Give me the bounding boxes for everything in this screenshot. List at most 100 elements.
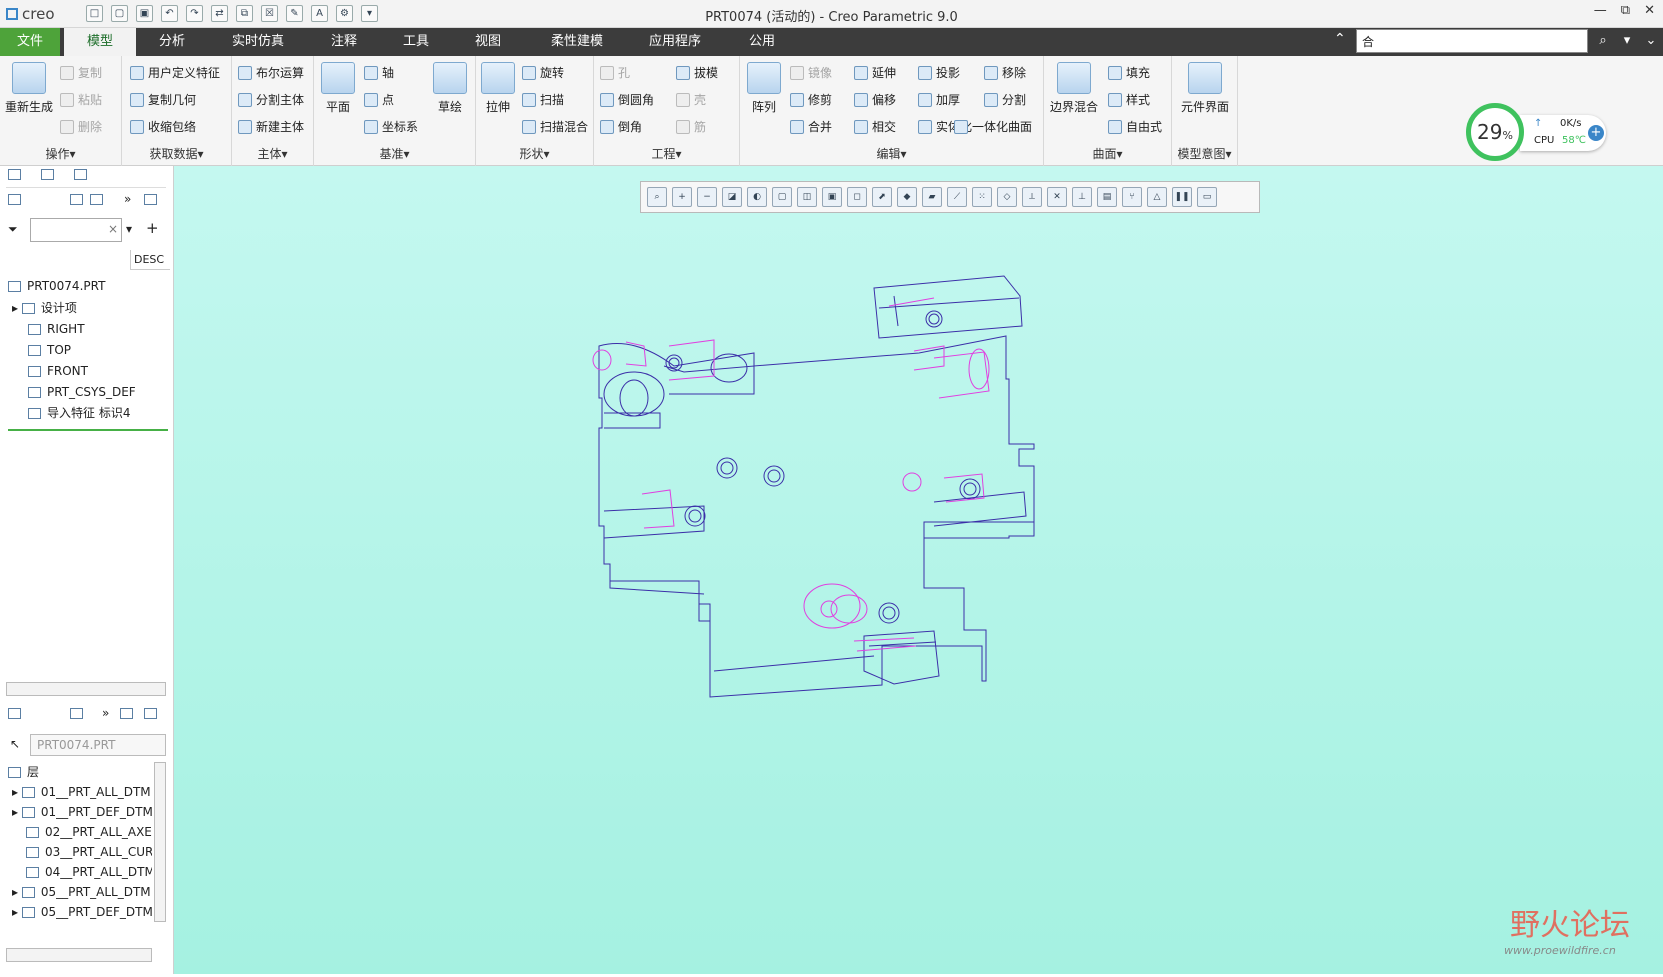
group-label-body[interactable]: 主体▾: [232, 145, 313, 162]
column-header-desc[interactable]: DESC: [130, 250, 170, 270]
stop-icon[interactable]: ▭: [1197, 187, 1217, 207]
group-label-operations[interactable]: 操作▾: [0, 145, 121, 162]
graphics-viewport[interactable]: [174, 166, 1663, 974]
model-tree-icon[interactable]: [8, 194, 21, 205]
zoom-out-icon[interactable]: −: [697, 187, 717, 207]
rib-button[interactable]: 筋: [676, 118, 706, 135]
mirror-button[interactable]: 镜像: [790, 64, 832, 81]
wireframe-model[interactable]: [174, 166, 1663, 974]
refit-icon[interactable]: ⌕: [647, 187, 667, 207]
close-window-icon[interactable]: ☒: [261, 5, 278, 22]
unify-surface-button[interactable]: 一体化曲面: [954, 118, 1032, 135]
point-button[interactable]: 点: [364, 91, 394, 108]
filter-icon[interactable]: ⏷: [8, 222, 18, 237]
thicken-button[interactable]: 加厚: [918, 91, 960, 108]
undo-icon[interactable]: ↶: [161, 5, 178, 22]
add-icon[interactable]: +: [146, 219, 159, 237]
spin-center-icon[interactable]: ⬈: [872, 187, 892, 207]
show-icon[interactable]: [144, 194, 157, 205]
expand-icon[interactable]: ▸: [12, 301, 22, 315]
layer-edit-icon[interactable]: [120, 708, 133, 719]
layer-part-value[interactable]: PRT0074.PRT: [30, 734, 166, 756]
tree-item-top[interactable]: TOP: [28, 340, 198, 360]
tab-file[interactable]: 文件: [0, 28, 60, 56]
shaded-icon[interactable]: ◆: [897, 187, 917, 207]
view-manager-icon[interactable]: ◫: [797, 187, 817, 207]
group-label-get-data[interactable]: 获取数据▾: [122, 145, 231, 162]
regenerate-button[interactable]: 重新生成: [4, 62, 54, 115]
tab-applications[interactable]: 应用程序: [630, 28, 720, 56]
tab-annotate[interactable]: 注释: [312, 28, 376, 56]
favorites-tab-icon[interactable]: [74, 169, 87, 180]
tab-flexible-modeling[interactable]: 柔性建模: [532, 28, 622, 56]
restore-button[interactable]: ⧉: [1621, 3, 1630, 18]
group-label-engineering[interactable]: 工程▾: [594, 145, 739, 162]
remove-button[interactable]: 移除: [984, 64, 1026, 81]
tree-settings-icon[interactable]: [90, 194, 103, 205]
tree-item-design-items[interactable]: ▸ 设计项: [12, 298, 182, 318]
repaint-icon[interactable]: ◪: [722, 187, 742, 207]
zoom-in-icon[interactable]: +: [672, 187, 692, 207]
layer-item[interactable]: 02__PRT_ALL_AXES: [26, 822, 152, 842]
datum-plane-display-icon[interactable]: ◇: [997, 187, 1017, 207]
axis-button[interactable]: 轴: [364, 64, 394, 81]
layer-item[interactable]: ▸ 01__PRT_ALL_DTM: [12, 782, 152, 802]
chamfer-button[interactable]: 倒角: [600, 118, 642, 135]
copy-button[interactable]: 复制: [60, 64, 102, 81]
tab-tools[interactable]: 工具: [384, 28, 448, 56]
hole-button[interactable]: 孔: [600, 64, 630, 81]
tab-view[interactable]: 视图: [456, 28, 520, 56]
more-chevron-icon[interactable]: »: [124, 192, 131, 206]
point-tag-display-icon[interactable]: ✕: [1047, 187, 1067, 207]
saved-orientations-icon[interactable]: ▢: [772, 187, 792, 207]
layer-item[interactable]: ▸ 05__PRT_ALL_DTM: [12, 882, 152, 902]
tree-item-front[interactable]: FRONT: [28, 361, 198, 381]
search-icon[interactable]: ⌕: [1592, 30, 1614, 52]
merge-button[interactable]: 合并: [790, 118, 832, 135]
tree-item-right[interactable]: RIGHT: [28, 319, 198, 339]
group-label-editing[interactable]: 编辑▾: [740, 145, 1043, 162]
shell-button[interactable]: 壳: [676, 91, 706, 108]
sketch-icon[interactable]: ✎: [286, 5, 303, 22]
insert-here-marker[interactable]: [8, 429, 168, 431]
customize-dropdown-icon[interactable]: ▾: [361, 5, 378, 22]
pattern-button[interactable]: 阵列: [744, 62, 784, 115]
extend-button[interactable]: 延伸: [854, 64, 896, 81]
paste-button[interactable]: 粘贴: [60, 91, 102, 108]
tab-utilities[interactable]: 公用: [730, 28, 794, 56]
save-icon[interactable]: ▣: [136, 5, 153, 22]
tree-horizontal-scrollbar[interactable]: [6, 682, 166, 696]
expand-icon[interactable]: ▸: [12, 905, 22, 919]
section-icon[interactable]: ◻: [847, 187, 867, 207]
new-body-button[interactable]: 新建主体: [238, 118, 304, 135]
swept-blend-button[interactable]: 扫描混合: [522, 118, 588, 135]
datum-point-display-icon[interactable]: ⁙: [972, 187, 992, 207]
perspective-icon[interactable]: ▣: [822, 187, 842, 207]
layer-show-icon[interactable]: [144, 708, 157, 719]
split-body-button[interactable]: 分割主体: [238, 91, 304, 108]
group-label-surfaces[interactable]: 曲面▾: [1044, 145, 1171, 162]
layers-icon[interactable]: [8, 708, 21, 719]
draft-button[interactable]: 拔模: [676, 64, 718, 81]
datum-axis-display-icon[interactable]: ⟋: [947, 187, 967, 207]
tree-item-root[interactable]: PRT0074.PRT: [8, 276, 178, 296]
layer-vertical-scrollbar[interactable]: [154, 762, 166, 922]
windows-icon[interactable]: ⧉: [236, 5, 253, 22]
group-label-shapes[interactable]: 形状▾: [476, 145, 593, 162]
sketch-button[interactable]: 草绘: [430, 62, 470, 115]
revolve-button[interactable]: 旋转: [522, 64, 564, 81]
tab-analysis[interactable]: 分析: [140, 28, 204, 56]
project-button[interactable]: 投影: [918, 64, 960, 81]
tab-simulation[interactable]: 实时仿真: [214, 28, 302, 56]
round-button[interactable]: 倒圆角: [600, 91, 654, 108]
tree-item-import-feature[interactable]: 导入特征 标识4: [28, 403, 168, 423]
layer-item[interactable]: 04__PRT_ALL_DTM: [26, 862, 152, 882]
boundary-blend-button[interactable]: 边界混合: [1048, 62, 1100, 115]
group-label-datum[interactable]: 基准▾: [314, 145, 475, 162]
layer-horizontal-scrollbar[interactable]: [6, 948, 152, 962]
wireframe-icon[interactable]: ▰: [922, 187, 942, 207]
layer-item[interactable]: 03__PRT_ALL_CURVES: [26, 842, 152, 862]
model-tree-tab-icon[interactable]: [8, 169, 21, 180]
csys-display-icon[interactable]: ⟂: [1022, 187, 1042, 207]
annotation-display-icon[interactable]: ▤: [1097, 187, 1117, 207]
